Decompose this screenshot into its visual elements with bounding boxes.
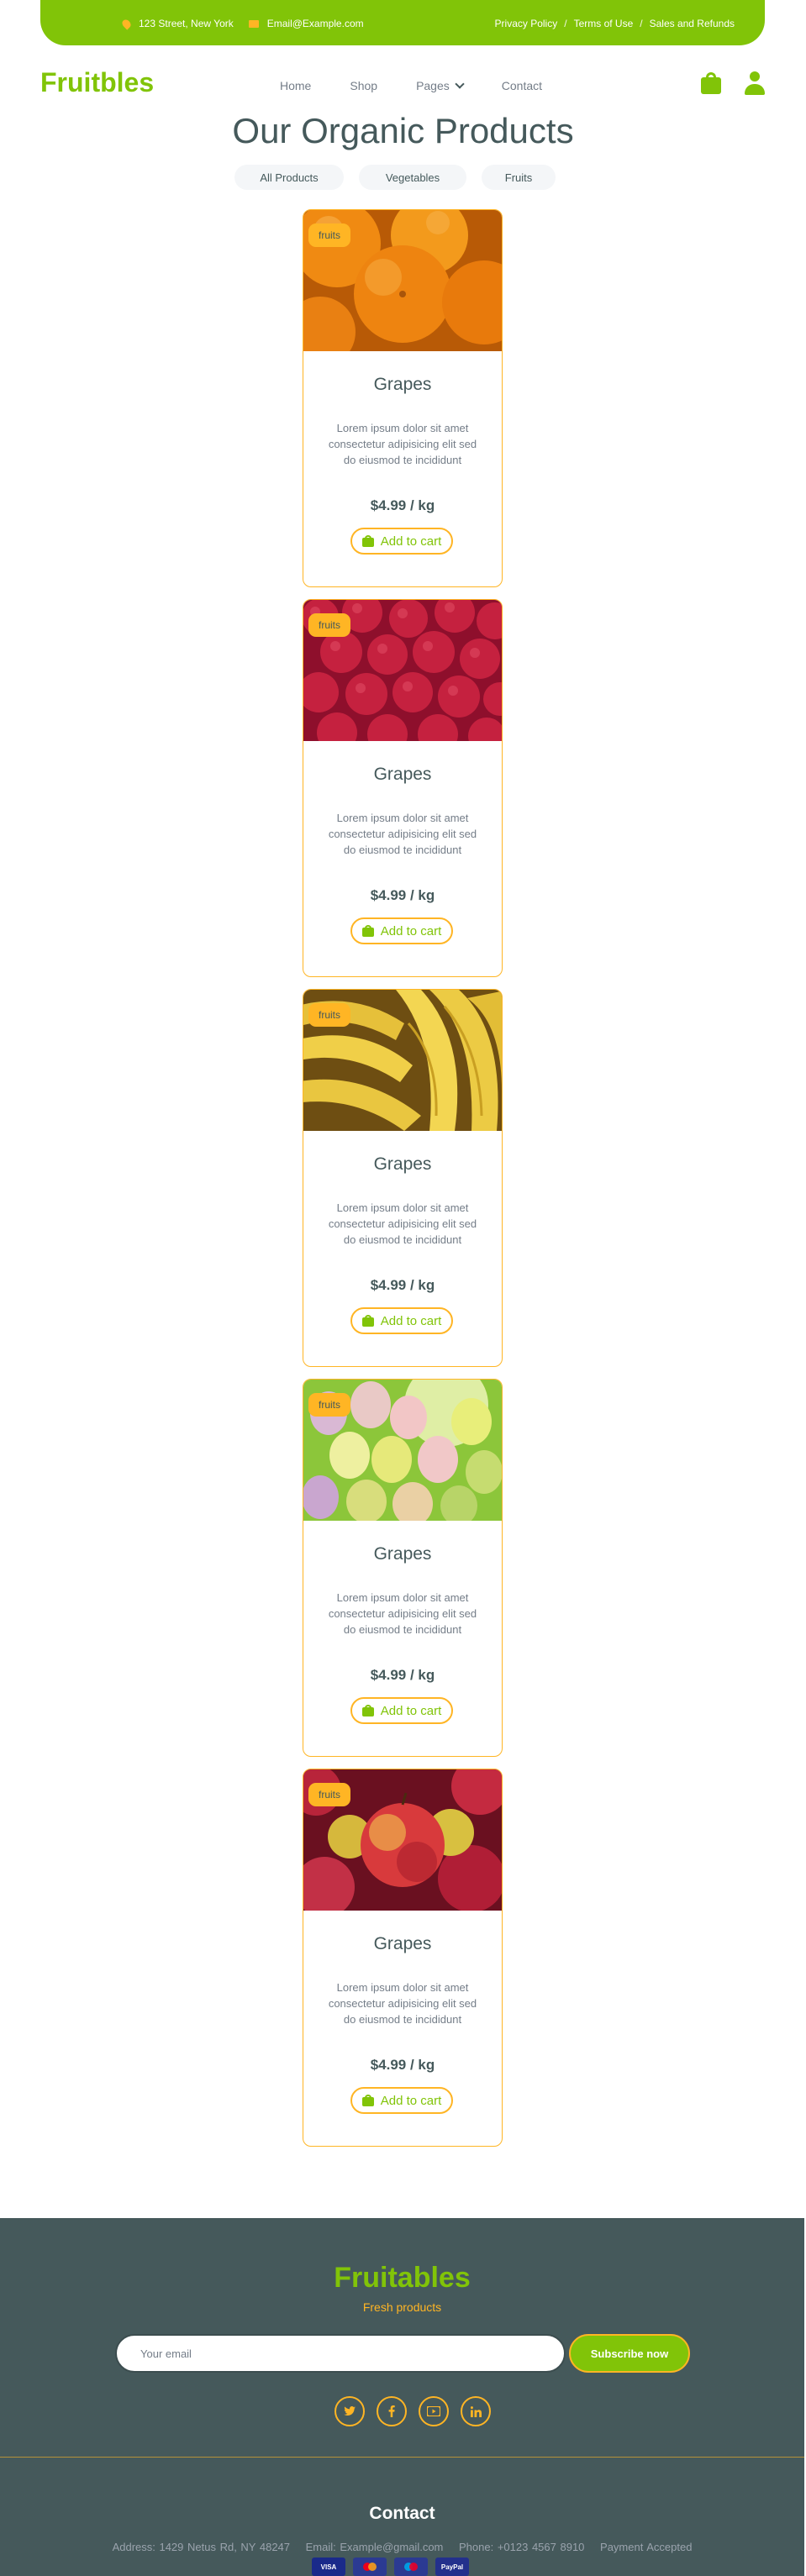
envelope-icon <box>248 19 259 28</box>
sales-refunds-link[interactable]: Sales and Refunds <box>650 18 735 29</box>
payment-methods: VISA PayPal <box>312 2558 469 2576</box>
product-image-oranges[interactable]: fruits <box>303 210 502 351</box>
contact-title: Contact <box>369 2504 435 2523</box>
add-to-cart-button[interactable]: Add to cart <box>350 528 453 555</box>
nav-pages[interactable]: Pages <box>416 78 465 92</box>
youtube-icon[interactable] <box>419 2396 449 2426</box>
product-card: fruits Grapes Lorem ipsum dolor sit amet… <box>303 209 503 587</box>
topbar-email-text[interactable]: Email@Example.com <box>267 18 364 29</box>
contact-address: Address: 1429 Netus Rd, NY 48247 <box>112 2541 291 2553</box>
contact-info: Address: 1429 Netus Rd, NY 48247 Email: … <box>0 2541 804 2553</box>
contact-phone: Phone: +0123 4567 8910 <box>459 2541 585 2553</box>
terms-of-use-link[interactable]: Terms of Use <box>574 18 634 29</box>
product-price: $4.99 / kg <box>370 497 435 513</box>
brand-logo[interactable]: Fruitbles <box>40 67 154 98</box>
chevron-down-icon <box>455 78 465 89</box>
product-tabs: All Products Vegetables Fruits <box>234 165 571 190</box>
shopping-bag-icon <box>361 2095 374 2106</box>
product-image-bananas[interactable]: fruits <box>303 990 502 1131</box>
category-badge: fruits <box>308 1003 351 1027</box>
subscribe-form: Your email Subscribe now <box>115 2334 690 2373</box>
visa-icon: VISA <box>312 2558 345 2576</box>
category-badge: fruits <box>308 1393 351 1417</box>
product-card: fruits Grapes Lorem ipsum dolor sit amet… <box>303 1379 503 1757</box>
product-description: Lorem ipsum dolor sit amet consectetur a… <box>328 1201 477 1246</box>
email-input[interactable]: Your email <box>115 2334 566 2373</box>
product-description: Lorem ipsum dolor sit amet consectetur a… <box>328 1981 477 2026</box>
product-image-raspberries[interactable]: fruits <box>303 600 502 741</box>
main-menu: Home Shop Pages Contact <box>280 78 581 92</box>
add-to-cart-label: Add to cart <box>380 1703 442 1718</box>
product-description: Lorem ipsum dolor sit amet consectetur a… <box>328 1591 477 1636</box>
user-icon[interactable] <box>745 71 765 95</box>
shopping-bag-icon <box>361 1315 374 1327</box>
tab-all-products[interactable]: All Products <box>234 165 344 190</box>
tab-vegetables[interactable]: Vegetables <box>359 165 466 190</box>
privacy-policy-link[interactable]: Privacy Policy <box>495 18 558 29</box>
shopping-bag-icon[interactable] <box>701 72 721 94</box>
add-to-cart-label: Add to cart <box>380 923 442 938</box>
tab-fruits[interactable]: Fruits <box>482 165 556 190</box>
add-to-cart-button[interactable]: Add to cart <box>350 1697 453 1724</box>
product-price: $4.99 / kg <box>370 1277 435 1293</box>
nav-contact[interactable]: Contact <box>502 79 542 92</box>
footer: Fruitables Fresh products Your email Sub… <box>0 2218 804 2576</box>
category-badge: fruits <box>308 613 351 637</box>
category-badge: fruits <box>308 223 351 247</box>
page-title: Our Organic Products <box>232 111 574 150</box>
product-price: $4.99 / kg <box>370 2057 435 2073</box>
twitter-icon[interactable] <box>335 2396 365 2426</box>
shopping-bag-icon <box>361 535 374 547</box>
subscribe-button[interactable]: Subscribe now <box>569 2334 690 2373</box>
topbar: 123 Street, New York Email@Example.com P… <box>40 0 765 45</box>
add-to-cart-label: Add to cart <box>380 2093 442 2108</box>
maestro-icon <box>394 2558 428 2576</box>
product-image-apples[interactable]: fruits <box>303 1769 502 1911</box>
paypal-icon: PayPal <box>435 2558 469 2576</box>
add-to-cart-label: Add to cart <box>380 1313 442 1328</box>
product-description: Lorem ipsum dolor sit amet consectetur a… <box>328 812 477 856</box>
product-card: fruits Grapes Lorem ipsum dolor sit amet… <box>303 1769 503 2147</box>
shopping-bag-icon <box>361 1705 374 1716</box>
category-badge: fruits <box>308 1783 351 1806</box>
map-marker-icon <box>120 17 133 30</box>
product-name[interactable]: Grapes <box>303 375 502 395</box>
product-name[interactable]: Grapes <box>303 1934 502 1954</box>
topbar-contact: 123 Street, New York Email@Example.com <box>120 17 364 30</box>
product-price: $4.99 / kg <box>370 887 435 903</box>
product-name[interactable]: Grapes <box>303 765 502 785</box>
nav-pages-label: Pages <box>416 79 450 92</box>
topbar-address-text: 123 Street, New York <box>139 18 234 29</box>
footer-divider <box>0 2457 804 2458</box>
linkedin-icon[interactable] <box>461 2396 491 2426</box>
topbar-address: 123 Street, New York <box>120 17 234 30</box>
product-name[interactable]: Grapes <box>303 1154 502 1175</box>
product-card: fruits Grapes Lorem ipsum dolor sit amet… <box>303 599 503 977</box>
nav-shop[interactable]: Shop <box>350 79 377 92</box>
nav-home[interactable]: Home <box>280 79 311 92</box>
separator: / <box>640 18 643 29</box>
product-name[interactable]: Grapes <box>303 1544 502 1564</box>
topbar-email: Email@Example.com <box>248 18 364 29</box>
add-to-cart-button[interactable]: Add to cart <box>350 1307 453 1334</box>
footer-tagline: Fresh products <box>362 2300 442 2314</box>
product-card: fruits Grapes Lorem ipsum dolor sit amet… <box>303 989 503 1367</box>
payment-accepted-label: Payment Accepted <box>600 2541 693 2553</box>
product-image-grapes[interactable]: fruits <box>303 1380 502 1521</box>
topbar-links: Privacy Policy / Terms of Use / Sales an… <box>495 18 735 29</box>
nav-icons <box>701 71 765 95</box>
add-to-cart-button[interactable]: Add to cart <box>350 2087 453 2114</box>
product-description: Lorem ipsum dolor sit amet consectetur a… <box>328 422 477 466</box>
footer-brand[interactable]: Fruitables <box>0 2262 804 2295</box>
separator: / <box>564 18 567 29</box>
add-to-cart-label: Add to cart <box>380 534 442 549</box>
mastercard-icon <box>353 2558 387 2576</box>
add-to-cart-button[interactable]: Add to cart <box>350 917 453 944</box>
navbar: Fruitbles Home Shop Pages Contact <box>40 59 765 109</box>
product-price: $4.99 / kg <box>370 1667 435 1683</box>
contact-email[interactable]: Email: Example@gmail.com <box>306 2541 444 2553</box>
facebook-icon[interactable] <box>377 2396 407 2426</box>
shopping-bag-icon <box>361 925 374 937</box>
social-links <box>335 2396 491 2426</box>
